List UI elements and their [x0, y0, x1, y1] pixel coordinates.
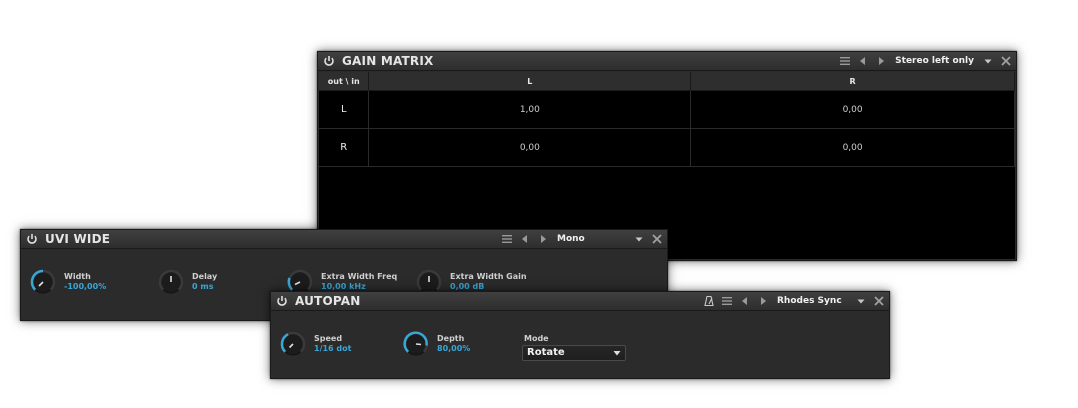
hamburger-menu-icon[interactable] — [839, 55, 851, 67]
mode-select[interactable]: Rotate — [522, 345, 626, 361]
panel-title: UVI WIDE — [45, 232, 111, 246]
knob-value: 1/16 dot — [314, 344, 352, 353]
knob-value: 80,00% — [437, 344, 471, 353]
table-header-row: out \ in L R — [319, 72, 1015, 91]
knob-label: Speed — [314, 334, 343, 343]
autopan-panel: AUTOPAN Rhodes Sync Speed 1/16 dot Depth… — [270, 291, 890, 379]
close-icon[interactable] — [873, 295, 885, 307]
table-row: R 0,00 0,00 — [319, 128, 1015, 167]
close-icon[interactable] — [1000, 55, 1012, 67]
knob-label: Width — [64, 272, 91, 281]
table-row: L 1,00 0,00 — [319, 90, 1015, 129]
column-header-r: R — [690, 72, 1015, 91]
mode-value: Rotate — [527, 347, 565, 358]
close-icon[interactable] — [651, 233, 663, 245]
corner-header: out \ in — [319, 72, 370, 91]
autopan-titlebar: AUTOPAN Rhodes Sync — [271, 292, 889, 311]
knob-label: Depth — [437, 334, 465, 343]
knob-label: Extra Width Freq — [321, 272, 398, 281]
hamburger-menu-icon[interactable] — [501, 233, 513, 245]
width-knob[interactable] — [28, 267, 58, 297]
next-preset-icon[interactable] — [875, 55, 887, 67]
next-preset-icon[interactable] — [537, 233, 549, 245]
panel-title: GAIN MATRIX — [342, 54, 434, 68]
dropdown-caret-icon — [613, 351, 621, 356]
previous-preset-icon[interactable] — [857, 55, 869, 67]
metronome-sync-icon[interactable] — [703, 295, 715, 307]
gain-matrix-titlebar: GAIN MATRIX Stereo left only — [318, 52, 1016, 71]
depth-control: Depth 80,00% — [401, 329, 470, 359]
power-icon[interactable] — [275, 294, 289, 308]
column-header-l: L — [368, 72, 692, 91]
dropdown-caret-icon[interactable] — [855, 295, 867, 307]
preset-name[interactable]: Mono — [557, 234, 627, 244]
depth-knob[interactable] — [401, 329, 431, 359]
preset-name[interactable]: Stereo left only — [895, 56, 974, 66]
gain-cell-l-l[interactable]: 1,00 — [368, 90, 692, 129]
gain-cell-r-r[interactable]: 0,00 — [690, 128, 1015, 167]
mode-label: Mode — [524, 334, 549, 343]
power-icon[interactable] — [322, 54, 336, 68]
knob-value: 0 ms — [192, 282, 214, 291]
preset-name[interactable]: Rhodes Sync — [777, 296, 849, 306]
knob-value: -100,00% — [64, 282, 107, 291]
knob-label: Delay — [192, 272, 218, 281]
gain-matrix-table: out \ in L R L 1,00 0,00 R 0,00 0,00 — [319, 72, 1015, 167]
uvi-wide-titlebar: UVI WIDE Mono — [21, 230, 667, 249]
gain-cell-l-r[interactable]: 0,00 — [690, 90, 1015, 129]
row-label-r: R — [319, 128, 370, 167]
speed-control: Speed 1/16 dot — [278, 329, 351, 359]
row-label-l: L — [319, 90, 370, 129]
hamburger-menu-icon[interactable] — [721, 295, 733, 307]
delay-control: Delay 0 ms — [156, 267, 217, 297]
dropdown-caret-icon[interactable] — [633, 233, 645, 245]
dropdown-caret-icon[interactable] — [982, 55, 994, 67]
delay-knob[interactable] — [156, 267, 186, 297]
power-icon[interactable] — [25, 232, 39, 246]
next-preset-icon[interactable] — [757, 295, 769, 307]
speed-knob[interactable] — [278, 329, 308, 359]
panel-title: AUTOPAN — [295, 294, 361, 308]
gain-cell-r-l[interactable]: 0,00 — [368, 128, 692, 167]
previous-preset-icon[interactable] — [739, 295, 751, 307]
previous-preset-icon[interactable] — [519, 233, 531, 245]
width-control: Width -100,00% — [28, 267, 106, 297]
knob-label: Extra Width Gain — [450, 272, 527, 281]
